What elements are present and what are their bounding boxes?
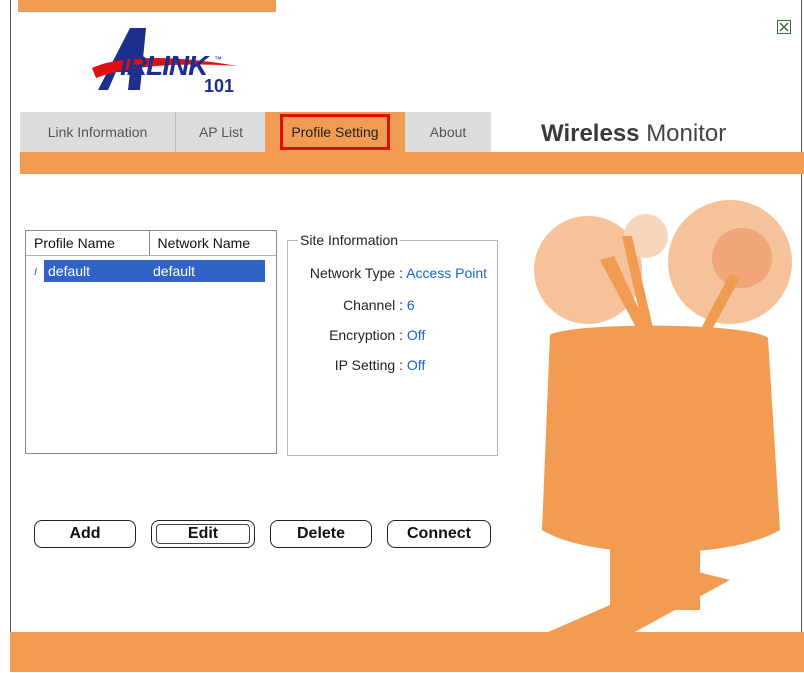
logo-trademark: ™ [214, 55, 222, 64]
app-title: Wireless Monitor [541, 120, 726, 148]
tab-label: Profile Setting [280, 114, 390, 150]
delete-button[interactable]: Delete [270, 520, 372, 548]
app-title-bold: Wireless [541, 120, 640, 147]
edit-button-label: Edit [187, 525, 219, 542]
column-header-network-name[interactable]: Network Name [150, 231, 276, 255]
site-information-group: Site Information Network Type : Access P… [287, 232, 498, 456]
logo-text: IRLINK [120, 50, 208, 81]
profile-name-cell: default [48, 263, 91, 279]
encryption-label: Encryption : [329, 327, 403, 343]
channel-row: Channel : 6 [288, 297, 495, 313]
column-header-profile-name[interactable]: Profile Name [26, 231, 150, 255]
app-title-normal: Monitor [646, 120, 727, 147]
ip-setting-label: IP Setting : [334, 357, 403, 373]
close-icon [779, 22, 789, 32]
network-type-value: Access Point [406, 265, 488, 281]
site-information-legend: Site Information [298, 232, 401, 248]
channel-value: 6 [406, 297, 415, 313]
ip-setting-value: Off [406, 357, 426, 373]
ip-setting-row: IP Setting : Off [288, 357, 495, 373]
router-illustration [530, 200, 792, 640]
list-header: Profile Name Network Name [26, 231, 276, 256]
encryption-value: Off [406, 327, 426, 343]
logo-number: 101 [204, 76, 235, 96]
tab-about[interactable]: About [405, 112, 491, 152]
list-item[interactable]: 𝚤 default default [26, 260, 276, 282]
network-type-row: Network Type : Access Point [288, 265, 495, 281]
encryption-row: Encryption : Off [288, 327, 495, 343]
edit-button[interactable]: Edit [151, 520, 255, 548]
network-name-cell: default [153, 263, 196, 279]
tab-profile-setting[interactable]: Profile Setting [265, 112, 405, 152]
header-band [20, 152, 804, 174]
antenna-icon: 𝚤 [33, 263, 37, 278]
network-type-label: Network Type : [309, 265, 403, 281]
tab-ap-list[interactable]: AP List [175, 112, 266, 152]
selected-row[interactable]: default default [44, 260, 265, 282]
footer-band [10, 632, 804, 672]
profile-list[interactable]: Profile Name Network Name 𝚤 default defa… [25, 230, 277, 454]
close-button[interactable] [777, 20, 791, 34]
tab-link-information[interactable]: Link Information [20, 112, 175, 152]
connect-button[interactable]: Connect [387, 520, 491, 548]
add-button[interactable]: Add [34, 520, 136, 548]
top-accent-bar [18, 0, 276, 12]
tab-label: About [429, 124, 467, 140]
tab-label: AP List [198, 124, 244, 140]
tab-label: Link Information [47, 124, 148, 140]
channel-label: Channel : [343, 297, 403, 313]
